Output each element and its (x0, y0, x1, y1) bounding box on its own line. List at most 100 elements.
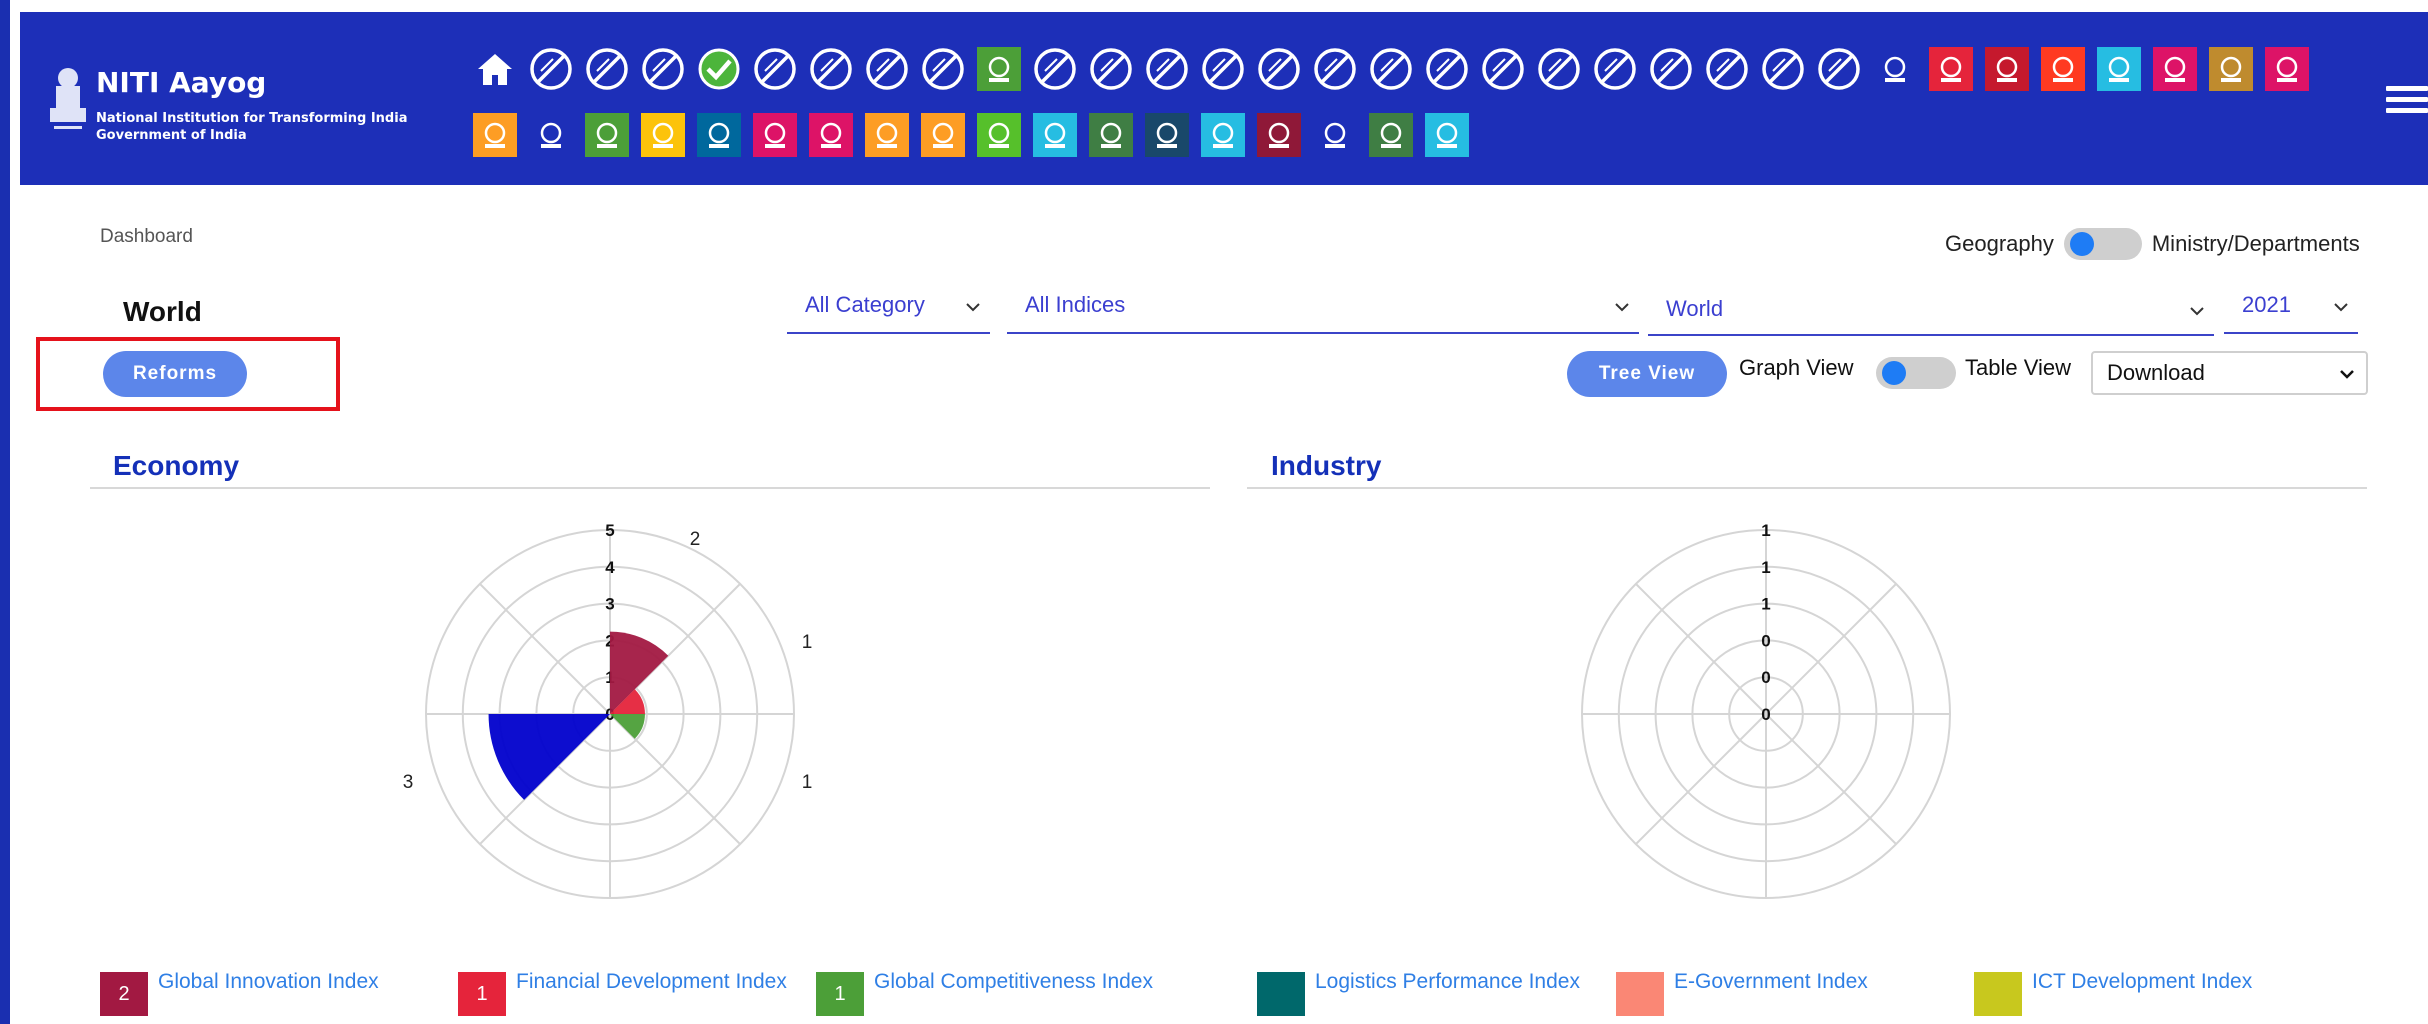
geography-select[interactable]: World (1648, 296, 2214, 336)
category-select[interactable]: All Category (787, 292, 990, 334)
food-bowl-icon[interactable] (974, 44, 1024, 94)
globe-icon[interactable] (1870, 44, 1920, 94)
legend-item[interactable]: 2 Global Innovation Index (100, 971, 458, 1016)
breadcrumb[interactable]: Dashboard (100, 226, 193, 248)
education-icon[interactable] (1982, 44, 2032, 94)
na-icon[interactable] (1366, 44, 1416, 94)
indices-select[interactable]: All Indices (1007, 292, 1639, 334)
legend-item[interactable]: 1 Financial Development Index (458, 971, 816, 1016)
na-icon[interactable] (582, 44, 632, 94)
geography-ministry-toggle: Geography Ministry/Departments (1945, 228, 2360, 260)
legend-label[interactable]: Global Innovation Index (158, 971, 458, 992)
na-icon[interactable] (1422, 44, 1472, 94)
legend-swatch: 1 (458, 972, 506, 1016)
na-icon[interactable] (1254, 44, 1304, 94)
na-icon[interactable] (1086, 44, 1136, 94)
legend-swatch (1257, 972, 1305, 1016)
certificate-icon[interactable] (2150, 44, 2200, 94)
people-icon[interactable] (1310, 110, 1360, 160)
geography-title: World (123, 296, 202, 327)
justice-scale-icon[interactable] (2094, 44, 2144, 94)
page-frame: NITI Aayog National Institution for Tran… (0, 0, 2428, 1024)
worker-icon[interactable] (2262, 44, 2312, 94)
na-icon[interactable] (862, 44, 912, 94)
fruit-icon[interactable] (470, 110, 520, 160)
na-icon[interactable] (1310, 44, 1360, 94)
check-icon[interactable] (694, 44, 744, 94)
tick-label: 0 (1761, 705, 1770, 724)
money-stack-icon[interactable] (1366, 110, 1416, 160)
chevron-down-icon (2334, 303, 2348, 312)
download-select[interactable]: Download (2091, 351, 2368, 395)
legend-item[interactable]: ICT Development Index (1974, 971, 2332, 1016)
handshake-icon[interactable] (638, 110, 688, 160)
na-icon[interactable] (1758, 44, 1808, 94)
year-select-value: 2021 (2242, 292, 2291, 317)
chevron-down-icon (1615, 303, 1629, 312)
tick-label: 1 (1761, 558, 1770, 577)
network-icon[interactable] (918, 110, 968, 160)
legend-label[interactable]: Global Competitiveness Index (874, 971, 1174, 992)
na-icon[interactable] (1478, 44, 1528, 94)
toggle-label-ministry: Ministry/Departments (2151, 231, 2360, 256)
tick-label: 3 (605, 595, 614, 614)
gavel-icon[interactable] (694, 110, 744, 160)
na-icon[interactable] (1646, 44, 1696, 94)
na-icon[interactable] (1590, 44, 1640, 94)
chart-board-icon[interactable] (2206, 44, 2256, 94)
lightbulb-icon[interactable] (1422, 110, 1472, 160)
niti-logo[interactable]: NITI Aayog National Institution for Tran… (44, 62, 464, 162)
na-icon[interactable] (638, 44, 688, 94)
gender-icon[interactable] (2038, 44, 2088, 94)
na-icon[interactable] (1142, 44, 1192, 94)
reforms-button[interactable]: Reforms (103, 351, 247, 397)
hands-coins-icon[interactable] (1926, 44, 1976, 94)
year-select[interactable]: 2021 (2224, 292, 2358, 334)
bar-chart-icon[interactable] (1030, 110, 1080, 160)
category-select-value: All Category (805, 292, 925, 317)
report-icon[interactable] (1254, 110, 1304, 160)
geography-select-value: World (1666, 296, 1724, 321)
grid-spoke (1635, 713, 1767, 845)
economy-divider (90, 487, 1210, 489)
dove-icon[interactable] (526, 110, 576, 160)
legend-swatch (1974, 972, 2022, 1016)
legend-label[interactable]: Financial Development Index (516, 971, 816, 992)
legend-label[interactable]: Logistics Performance Index (1315, 971, 1615, 992)
raised-hands-icon[interactable] (750, 110, 800, 160)
target-icon[interactable] (1198, 110, 1248, 160)
na-icon[interactable] (1534, 44, 1584, 94)
legend-item[interactable]: Logistics Performance Index (1257, 971, 1615, 1016)
home-icon[interactable] (470, 44, 520, 94)
truck-icon[interactable] (1142, 110, 1192, 160)
na-icon[interactable] (1702, 44, 1752, 94)
industry-divider (1247, 487, 2367, 489)
legend-item[interactable]: E-Government Index (1616, 971, 1974, 1016)
tick-label: 1 (1761, 521, 1770, 540)
na-icon[interactable] (1198, 44, 1248, 94)
na-icon[interactable] (806, 44, 856, 94)
hamburger-menu-icon[interactable] (2386, 86, 2428, 126)
legend-label[interactable]: E-Government Index (1674, 971, 1974, 992)
legend-label[interactable]: ICT Development Index (2032, 971, 2332, 992)
newspaper-icon[interactable] (582, 110, 632, 160)
na-icon[interactable] (918, 44, 968, 94)
chevron-down-icon (2190, 307, 2204, 316)
tree-view-button[interactable]: Tree View (1567, 351, 1727, 397)
na-icon[interactable] (1030, 44, 1080, 94)
data-label: 1 (802, 632, 813, 653)
chevron-down-icon (2340, 370, 2354, 379)
sprout-icon[interactable] (862, 110, 912, 160)
na-icon[interactable] (526, 44, 576, 94)
bar-series-4 (488, 714, 610, 800)
earth-icon[interactable] (806, 110, 856, 160)
bank-icon[interactable] (1086, 110, 1136, 160)
legend-item[interactable]: 1 Global Competitiveness Index (816, 971, 1174, 1016)
tick-label: 0 (1761, 631, 1770, 650)
na-icon[interactable] (1814, 44, 1864, 94)
economy-section-title: Economy (113, 450, 240, 481)
graph-table-switch[interactable] (1876, 357, 1956, 389)
sparkle-icon[interactable] (974, 110, 1024, 160)
geography-switch[interactable] (2063, 228, 2142, 260)
na-icon[interactable] (750, 44, 800, 94)
